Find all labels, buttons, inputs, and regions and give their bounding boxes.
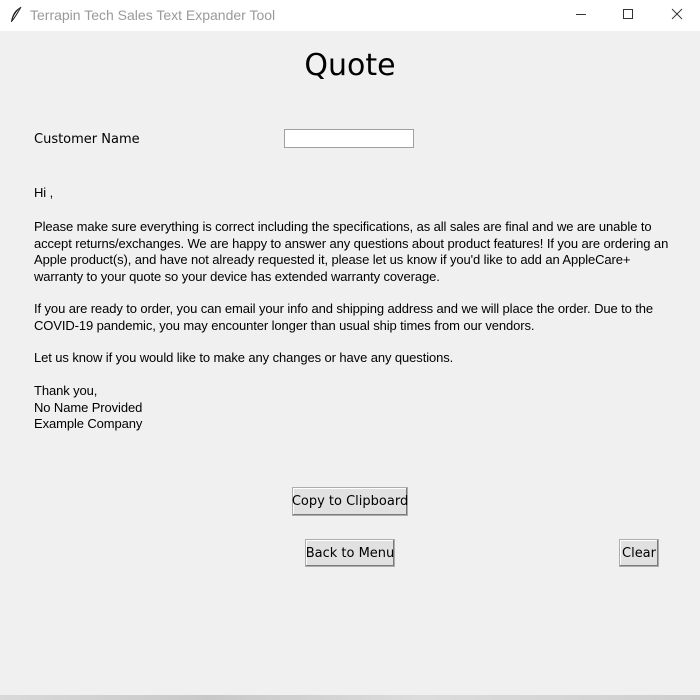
sender-name: No Name Provided xyxy=(34,399,143,415)
bottom-edge xyxy=(0,695,700,700)
message-signature: Thank you, No Name Provided Example Comp… xyxy=(34,383,680,433)
page-title: Quote xyxy=(304,48,396,83)
back-to-menu-button[interactable]: Back to Menu xyxy=(305,539,395,567)
copy-to-clipboard-button[interactable]: Copy to Clipboard xyxy=(292,487,408,516)
company-name: Example Company xyxy=(34,416,143,431)
customer-name-input[interactable] xyxy=(284,129,414,148)
message-greeting: Hi , xyxy=(34,185,54,200)
close-icon xyxy=(671,7,683,25)
app-window: Terrapin Tech Sales Text Expander Tool Q… xyxy=(0,0,700,700)
minimize-button[interactable] xyxy=(558,0,604,31)
customer-name-label: Customer Name xyxy=(34,132,140,147)
maximize-icon xyxy=(622,7,634,25)
window-title: Terrapin Tech Sales Text Expander Tool xyxy=(30,7,276,23)
close-button[interactable] xyxy=(654,0,700,31)
title-bar[interactable]: Terrapin Tech Sales Text Expander Tool xyxy=(0,0,700,31)
message-paragraph-1: Please make sure everything is correct i… xyxy=(34,219,669,284)
message-paragraph-3: Let us know if you would like to make an… xyxy=(34,350,454,365)
signoff-text: Thank you, xyxy=(34,383,98,398)
maximize-button[interactable] xyxy=(605,0,651,31)
minimize-icon xyxy=(575,7,587,25)
feather-icon xyxy=(9,6,23,24)
message-paragraph-2: If you are ready to order, you can email… xyxy=(34,301,654,333)
clear-button[interactable]: Clear xyxy=(619,539,659,567)
